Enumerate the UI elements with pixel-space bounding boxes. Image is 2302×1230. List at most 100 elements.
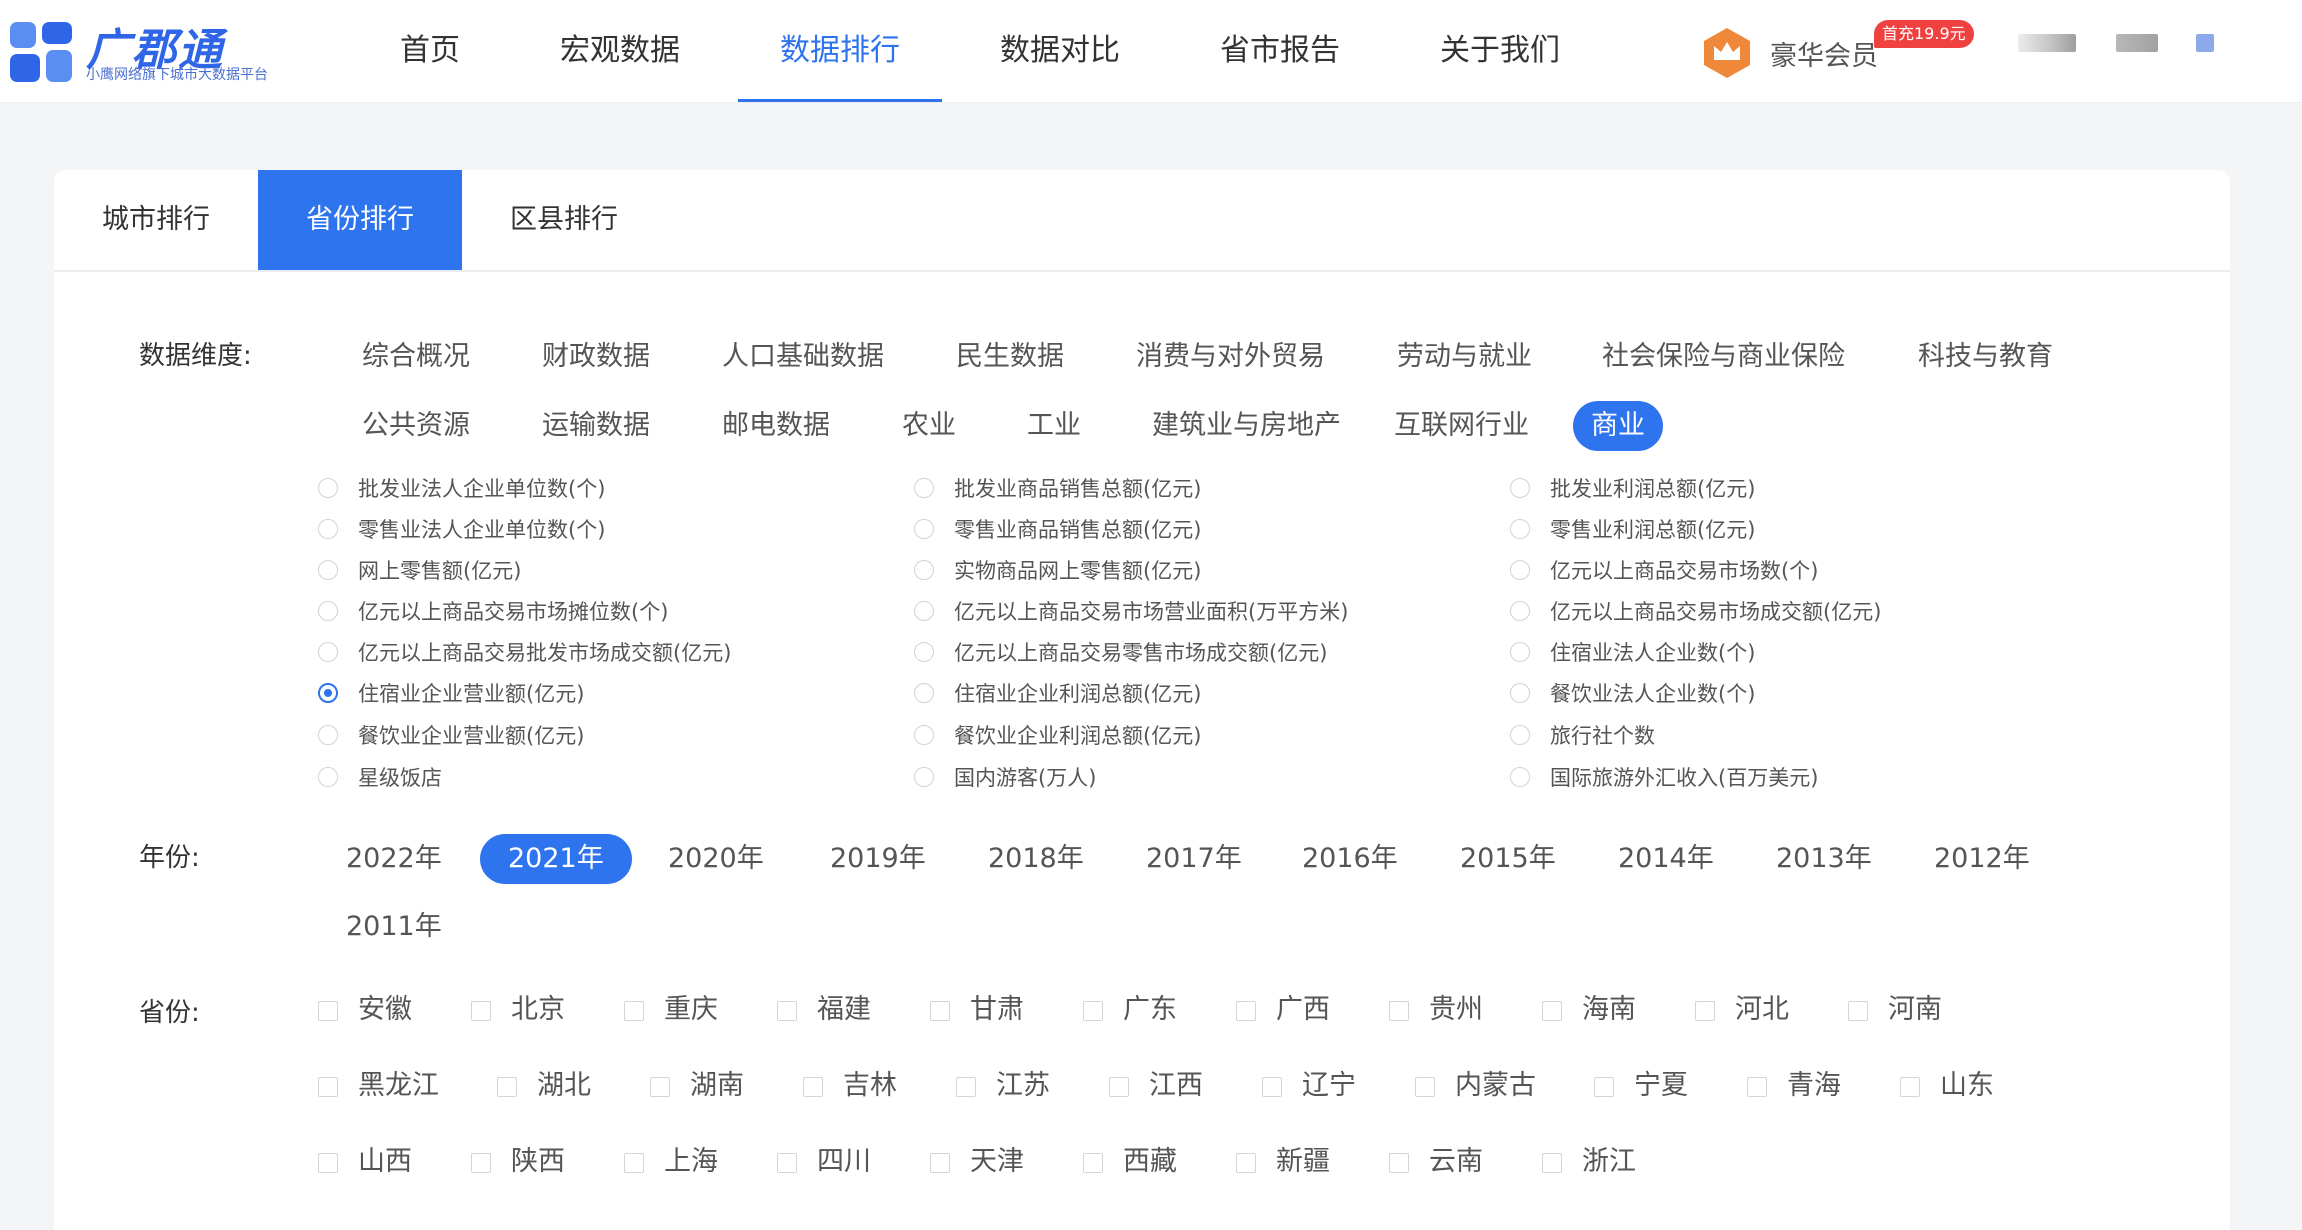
dimension-consumption-trade[interactable]: 消费与对外贸易 [1118,332,1343,382]
checkbox[interactable] [1109,1077,1129,1097]
blurred-user-icon[interactable] [2196,34,2214,52]
checkbox[interactable] [471,1001,491,1021]
checkbox[interactable] [1542,1001,1562,1021]
checkbox[interactable] [318,1001,338,1021]
radio-button[interactable] [318,478,338,498]
checkbox[interactable] [1848,1001,1868,1021]
year-2015[interactable]: 2015年 [1432,834,1584,884]
radio-button[interactable] [318,725,338,745]
dimension-tech-education[interactable]: 科技与教育 [1900,332,2071,382]
radio-button[interactable] [914,683,934,703]
radio-button[interactable] [318,642,338,662]
dimension-livelihood[interactable]: 民生数据 [938,332,1082,382]
nav-data-compare[interactable]: 数据对比 [950,0,1170,102]
year-2011[interactable]: 2011年 [318,902,470,952]
radio-button[interactable] [914,478,934,498]
checkbox[interactable] [1594,1077,1614,1097]
dimension-commerce[interactable]: 商业 [1573,401,1663,451]
dimension-agriculture[interactable]: 农业 [884,401,974,451]
nav-data-ranking[interactable]: 数据排行 [730,0,950,102]
checkbox[interactable] [650,1077,670,1097]
dimension-public-resources[interactable]: 公共资源 [344,401,488,451]
checkbox[interactable] [1389,1153,1409,1173]
radio-button[interactable] [914,725,934,745]
checkbox[interactable] [1542,1153,1562,1173]
year-2016[interactable]: 2016年 [1274,834,1426,884]
dimension-finance[interactable]: 财政数据 [524,332,668,382]
radio-button[interactable] [914,767,934,787]
checkbox[interactable] [956,1077,976,1097]
radio-button[interactable] [1510,519,1530,539]
checkbox[interactable] [318,1153,338,1173]
checkbox[interactable] [1262,1077,1282,1097]
checkbox[interactable] [930,1001,950,1021]
vip-member-entry[interactable]: 豪华会员 首充19.9元 [1700,18,2020,84]
dimension-insurance[interactable]: 社会保险与商业保险 [1584,332,1863,382]
blurred-user-avatar[interactable] [2116,34,2158,52]
radio-button[interactable] [914,601,934,621]
radio-button[interactable] [1510,767,1530,787]
nav-province-report[interactable]: 省市报告 [1170,0,1390,102]
year-2013[interactable]: 2013年 [1748,834,1900,884]
checkbox[interactable] [624,1001,644,1021]
dimension-transport[interactable]: 运输数据 [524,401,668,451]
radio-button[interactable] [1510,642,1530,662]
checkbox[interactable] [1695,1001,1715,1021]
dimension-internet[interactable]: 互联网行业 [1376,401,1547,451]
year-2017[interactable]: 2017年 [1118,834,1270,884]
checkbox[interactable] [1900,1077,1920,1097]
radio-button[interactable] [1510,478,1530,498]
dimension-population[interactable]: 人口基础数据 [704,332,902,382]
radio-button[interactable] [318,767,338,787]
checkbox[interactable] [1415,1077,1435,1097]
checkbox[interactable] [1389,1001,1409,1021]
dimension-post-telecom[interactable]: 邮电数据 [704,401,848,451]
year-2018[interactable]: 2018年 [960,834,1112,884]
logo-mark-icon [10,22,72,82]
checkbox[interactable] [1083,1153,1103,1173]
dimension-overview[interactable]: 综合概况 [344,332,488,382]
dimension-construction-realestate[interactable]: 建筑业与房地产 [1134,401,1359,451]
radio-button[interactable] [1510,601,1530,621]
year-2022[interactable]: 2022年 [318,834,470,884]
radio-button[interactable] [914,560,934,580]
year-2014[interactable]: 2014年 [1590,834,1742,884]
checkbox[interactable] [1236,1153,1256,1173]
radio-button-checked[interactable] [318,683,338,703]
logo[interactable]: 广郡通 小鹰网络旗下城市大数据平台 [8,18,298,84]
nav-macro-data[interactable]: 宏观数据 [510,0,730,102]
year-2019[interactable]: 2019年 [802,834,954,884]
nav-about-us[interactable]: 关于我们 [1390,0,1610,102]
tab-city-ranking[interactable]: 城市排行 [54,170,258,270]
tab-province-ranking[interactable]: 省份排行 [258,170,462,270]
radio-button[interactable] [914,642,934,662]
checkbox[interactable] [471,1153,491,1173]
dimension-labor-employment[interactable]: 劳动与就业 [1379,332,1550,382]
checkbox[interactable] [1236,1001,1256,1021]
checkbox[interactable] [777,1153,797,1173]
checkbox[interactable] [777,1001,797,1021]
nav-home[interactable]: 首页 [350,0,510,102]
tab-county-ranking[interactable]: 区县排行 [462,170,666,270]
radio-button[interactable] [914,519,934,539]
checkbox[interactable] [1747,1077,1767,1097]
year-2012[interactable]: 2012年 [1906,834,2058,884]
radio-button[interactable] [1510,683,1530,703]
checkbox[interactable] [930,1153,950,1173]
radio-button[interactable] [1510,725,1530,745]
province-text: 海南 [1582,994,1636,1025]
radio-button[interactable] [318,601,338,621]
blurred-user-info[interactable] [2018,34,2076,52]
checkbox[interactable] [624,1153,644,1173]
radio-button[interactable] [318,560,338,580]
metric-label: 住宿业企业利润总额(亿元) [954,682,1202,706]
checkbox[interactable] [497,1077,517,1097]
checkbox[interactable] [318,1077,338,1097]
checkbox[interactable] [1083,1001,1103,1021]
radio-button[interactable] [1510,560,1530,580]
checkbox[interactable] [803,1077,823,1097]
year-2020[interactable]: 2020年 [640,834,792,884]
year-2021[interactable]: 2021年 [480,834,632,884]
dimension-industry[interactable]: 工业 [1009,401,1099,451]
radio-button[interactable] [318,519,338,539]
